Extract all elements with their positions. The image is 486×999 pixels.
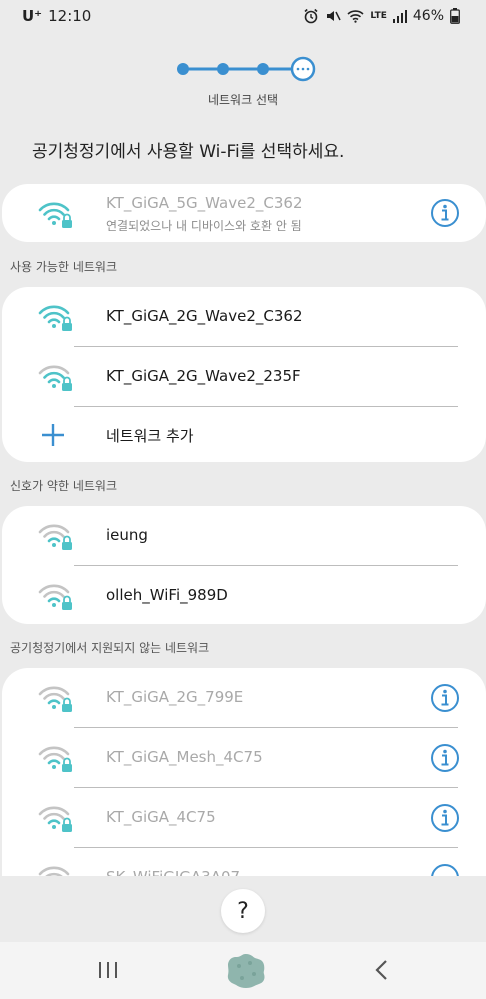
help-button[interactable]: ? [221,889,265,933]
network-ssid: KT_GiGA_Mesh_4C75 [106,748,263,766]
clock: 12:10 [48,7,92,25]
wifi-lock-icon [38,746,72,772]
carrier-label: U⁺ [22,7,43,25]
step-dot [177,63,189,75]
section-title-unsupported: 공기청정기에서 지원되지 않는 네트워크 [10,641,210,655]
info-icon[interactable] [430,743,460,773]
network-item[interactable]: KT_GiGA_Mesh_4C75 [2,728,486,788]
network-ssid: SK_WiFiGIGA3A07 [106,868,240,876]
info-icon[interactable] [430,198,460,228]
section-title-available: 사용 가능한 네트워크 [10,260,117,274]
status-bar: U⁺ 12:10 LTE 46% [0,0,486,32]
wifi-lock-icon [38,524,72,550]
signal-icon [392,9,407,23]
connected-network-card: KT_GiGA_5G_Wave2_C362 연결되었으나 내 디바이스와 호환 … [2,184,486,242]
section-title-weak: 신호가 약한 네트워크 [10,479,117,493]
recent-apps-icon[interactable] [97,960,119,980]
progress-stepper [177,56,316,82]
info-icon[interactable] [430,803,460,833]
step-dot [217,63,229,75]
network-ssid: KT_GiGA_2G_Wave2_235F [106,367,301,385]
step-dot [257,63,269,75]
network-ssid: KT_GiGA_4C75 [106,808,216,826]
navigation-bar [0,942,486,999]
wifi-lock-icon [38,866,70,876]
step-label: 네트워크 선택 [207,93,279,107]
network-ssid: olleh_WiFi_989D [106,586,228,604]
mute-icon [327,11,341,21]
network-type-label: LTE [370,10,387,21]
add-network-label: 네트워크 추가 [106,427,194,445]
network-item-connected[interactable]: KT_GiGA_5G_Wave2_C362 연결되었으나 내 디바이스와 호환 … [2,184,486,242]
add-network-button[interactable]: 네트워크 추가 [2,405,486,462]
network-item[interactable]: KT_GiGA_2G_799E [2,668,486,728]
wifi-lock-icon [38,305,72,331]
battery-icon [450,8,460,24]
network-item[interactable]: KT_GiGA_4C75 [2,788,486,848]
plus-icon [42,424,64,446]
network-ssid: ieung [106,526,148,544]
network-item[interactable]: ieung [2,506,486,566]
info-icon[interactable] [430,683,460,713]
info-icon[interactable] [430,863,460,876]
network-ssid: KT_GiGA_5G_Wave2_C362 [106,194,303,212]
home-icon[interactable] [226,952,266,990]
wifi-lock-icon [38,584,72,610]
available-networks-card: KT_GiGA_2G_Wave2_C362 KT_GiGA_2G_Wave2_2… [2,287,486,462]
network-item[interactable]: KT_GiGA_2G_Wave2_C362 [2,287,486,347]
network-ssid: KT_GiGA_2G_799E [106,688,244,706]
network-item[interactable]: KT_GiGA_2G_Wave2_235F [2,347,486,407]
network-item[interactable]: olleh_WiFi_989D [2,566,486,624]
wifi-lock-icon [38,202,72,228]
battery-percent: 46% [412,8,444,24]
network-ssid: KT_GiGA_2G_Wave2_C362 [106,307,303,325]
wifi-lock-icon [38,686,72,712]
network-status: 연결되었으나 내 디바이스와 호환 안 됨 [106,219,302,233]
wifi-lock-icon [38,806,72,832]
network-item[interactable]: SK_WiFiGIGA3A07 [2,848,486,876]
weak-networks-card: ieung olleh_WiFi_989D [2,506,486,624]
back-icon[interactable] [372,959,390,981]
instruction-text: 공기청정기에서 사용할 Wi-Fi를 선택하세요. [32,142,345,162]
wifi-lock-icon [38,365,72,391]
unsupported-networks-card: KT_GiGA_2G_799E KT_GiGA_Mesh_4C75 KT_GiG… [2,668,486,876]
alarm-icon [304,8,318,24]
wifi-status-icon [347,10,364,23]
